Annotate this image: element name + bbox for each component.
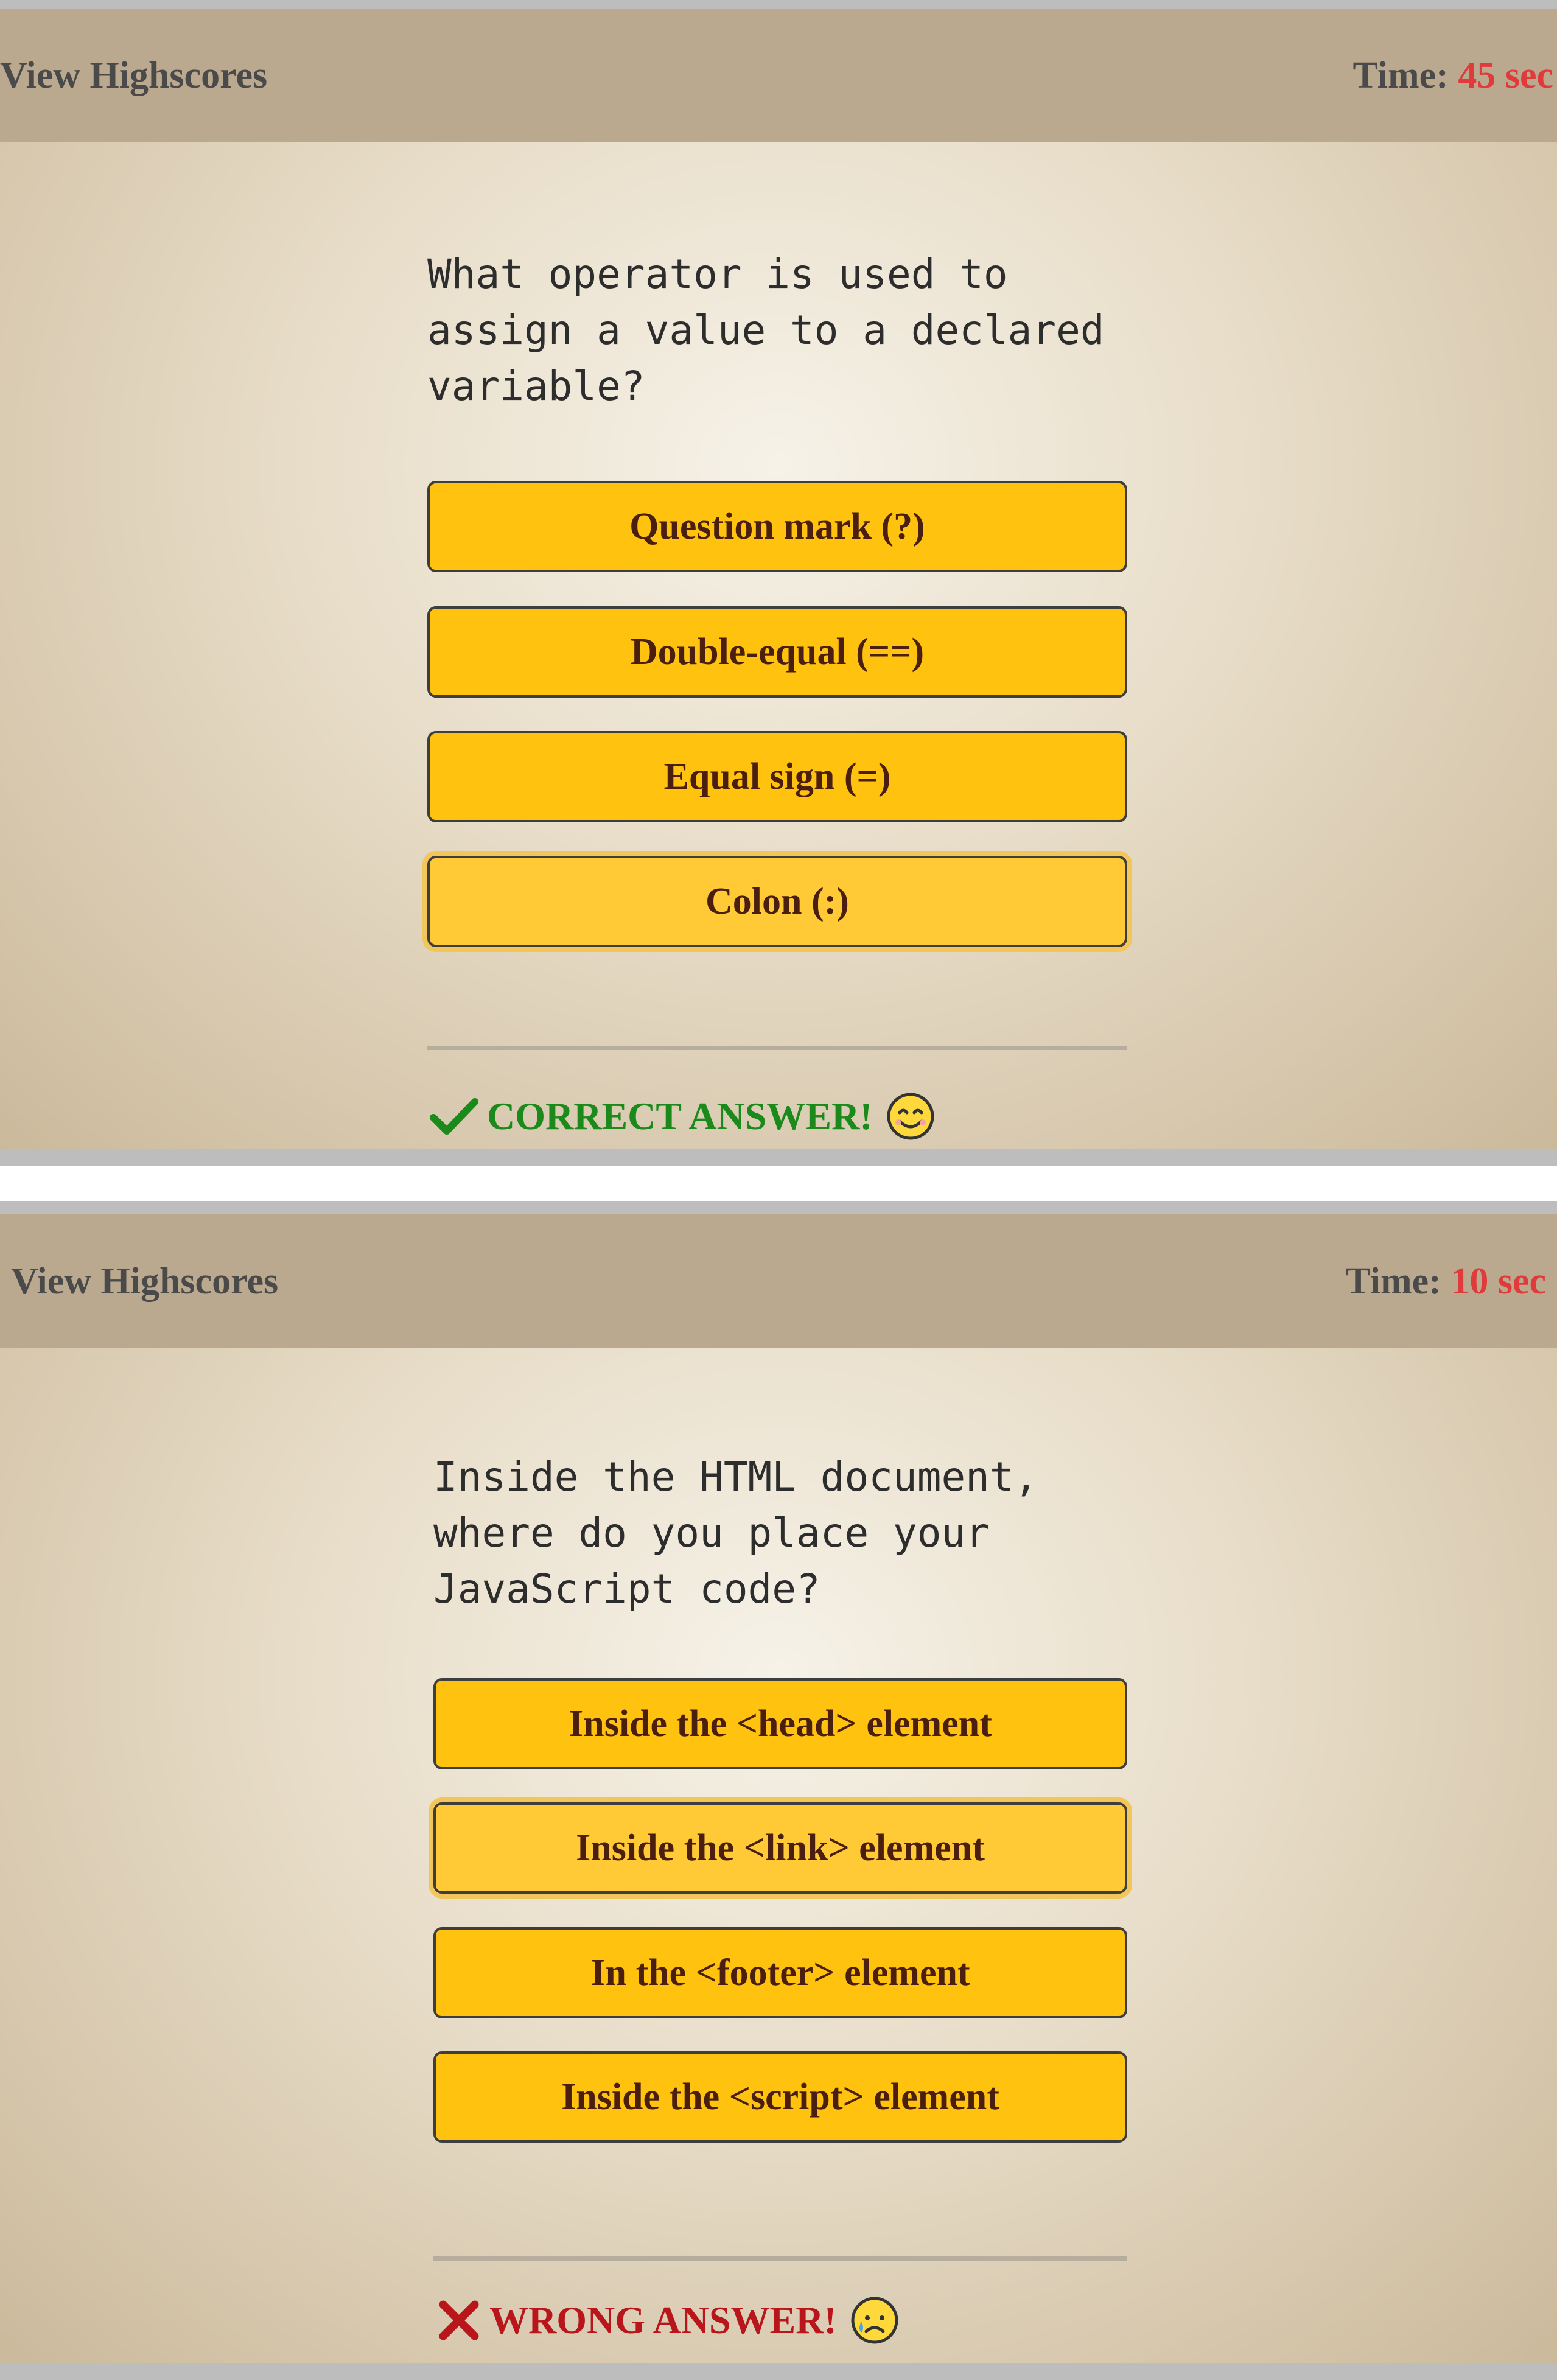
quiz-panel: View Highscores Time: 45 sec What operat… xyxy=(0,9,1557,1149)
quiz-screen-2: View Highscores Time: 10 sec Inside the … xyxy=(0,1201,1557,2380)
sad-face-emoji xyxy=(849,2295,900,2346)
question-text: What operator is used to assign a value … xyxy=(427,251,1105,410)
feedback-text: WRONG ANSWER! xyxy=(489,2298,837,2342)
question-text: Inside the HTML document, where do you p… xyxy=(433,1454,1038,1612)
divider xyxy=(433,2256,1127,2261)
timer: Time: 10 sec xyxy=(1346,1214,1546,1348)
quiz-screen-1: View Highscores Time: 45 sec What operat… xyxy=(0,0,1557,1166)
answer-button-4[interactable]: Colon (:) xyxy=(427,856,1127,947)
divider xyxy=(427,1046,1127,1050)
answer-button-4[interactable]: Inside the <script> element xyxy=(433,2051,1127,2143)
cross-icon xyxy=(437,2298,481,2342)
answer-button-2[interactable]: Double-equal (==) xyxy=(427,606,1127,698)
smiling-face-emoji xyxy=(885,1091,936,1142)
answer-button-1[interactable]: Inside the <head> element xyxy=(433,1678,1127,1769)
timer: Time: 45 sec xyxy=(1353,9,1553,142)
answer-button-1[interactable]: Question mark (?) xyxy=(427,481,1127,572)
feedback-correct: CORRECT ANSWER! xyxy=(430,1086,936,1147)
view-highscores-link[interactable]: View Highscores xyxy=(11,1214,278,1348)
answer-button-3[interactable]: In the <footer> element xyxy=(433,1927,1127,2018)
timer-value: 45 sec xyxy=(1458,55,1553,96)
feedback-wrong: WRONG ANSWER! xyxy=(437,2290,900,2351)
answer-button-2[interactable]: Inside the <link> element xyxy=(433,1802,1127,1894)
top-bar: View Highscores Time: 10 sec xyxy=(0,1214,1557,1348)
feedback-text: CORRECT ANSWER! xyxy=(487,1094,873,1138)
timer-value: 10 sec xyxy=(1450,1261,1546,1302)
quiz-panel: View Highscores Time: 10 sec Inside the … xyxy=(0,1214,1557,2363)
answer-button-3[interactable]: Equal sign (=) xyxy=(427,731,1127,822)
view-highscores-link[interactable]: View Highscores xyxy=(0,9,267,142)
timer-label: Time: xyxy=(1352,55,1449,96)
top-bar: View Highscores Time: 45 sec xyxy=(0,9,1557,142)
checkmark-icon xyxy=(430,1097,478,1136)
timer-label: Time: xyxy=(1345,1261,1441,1302)
